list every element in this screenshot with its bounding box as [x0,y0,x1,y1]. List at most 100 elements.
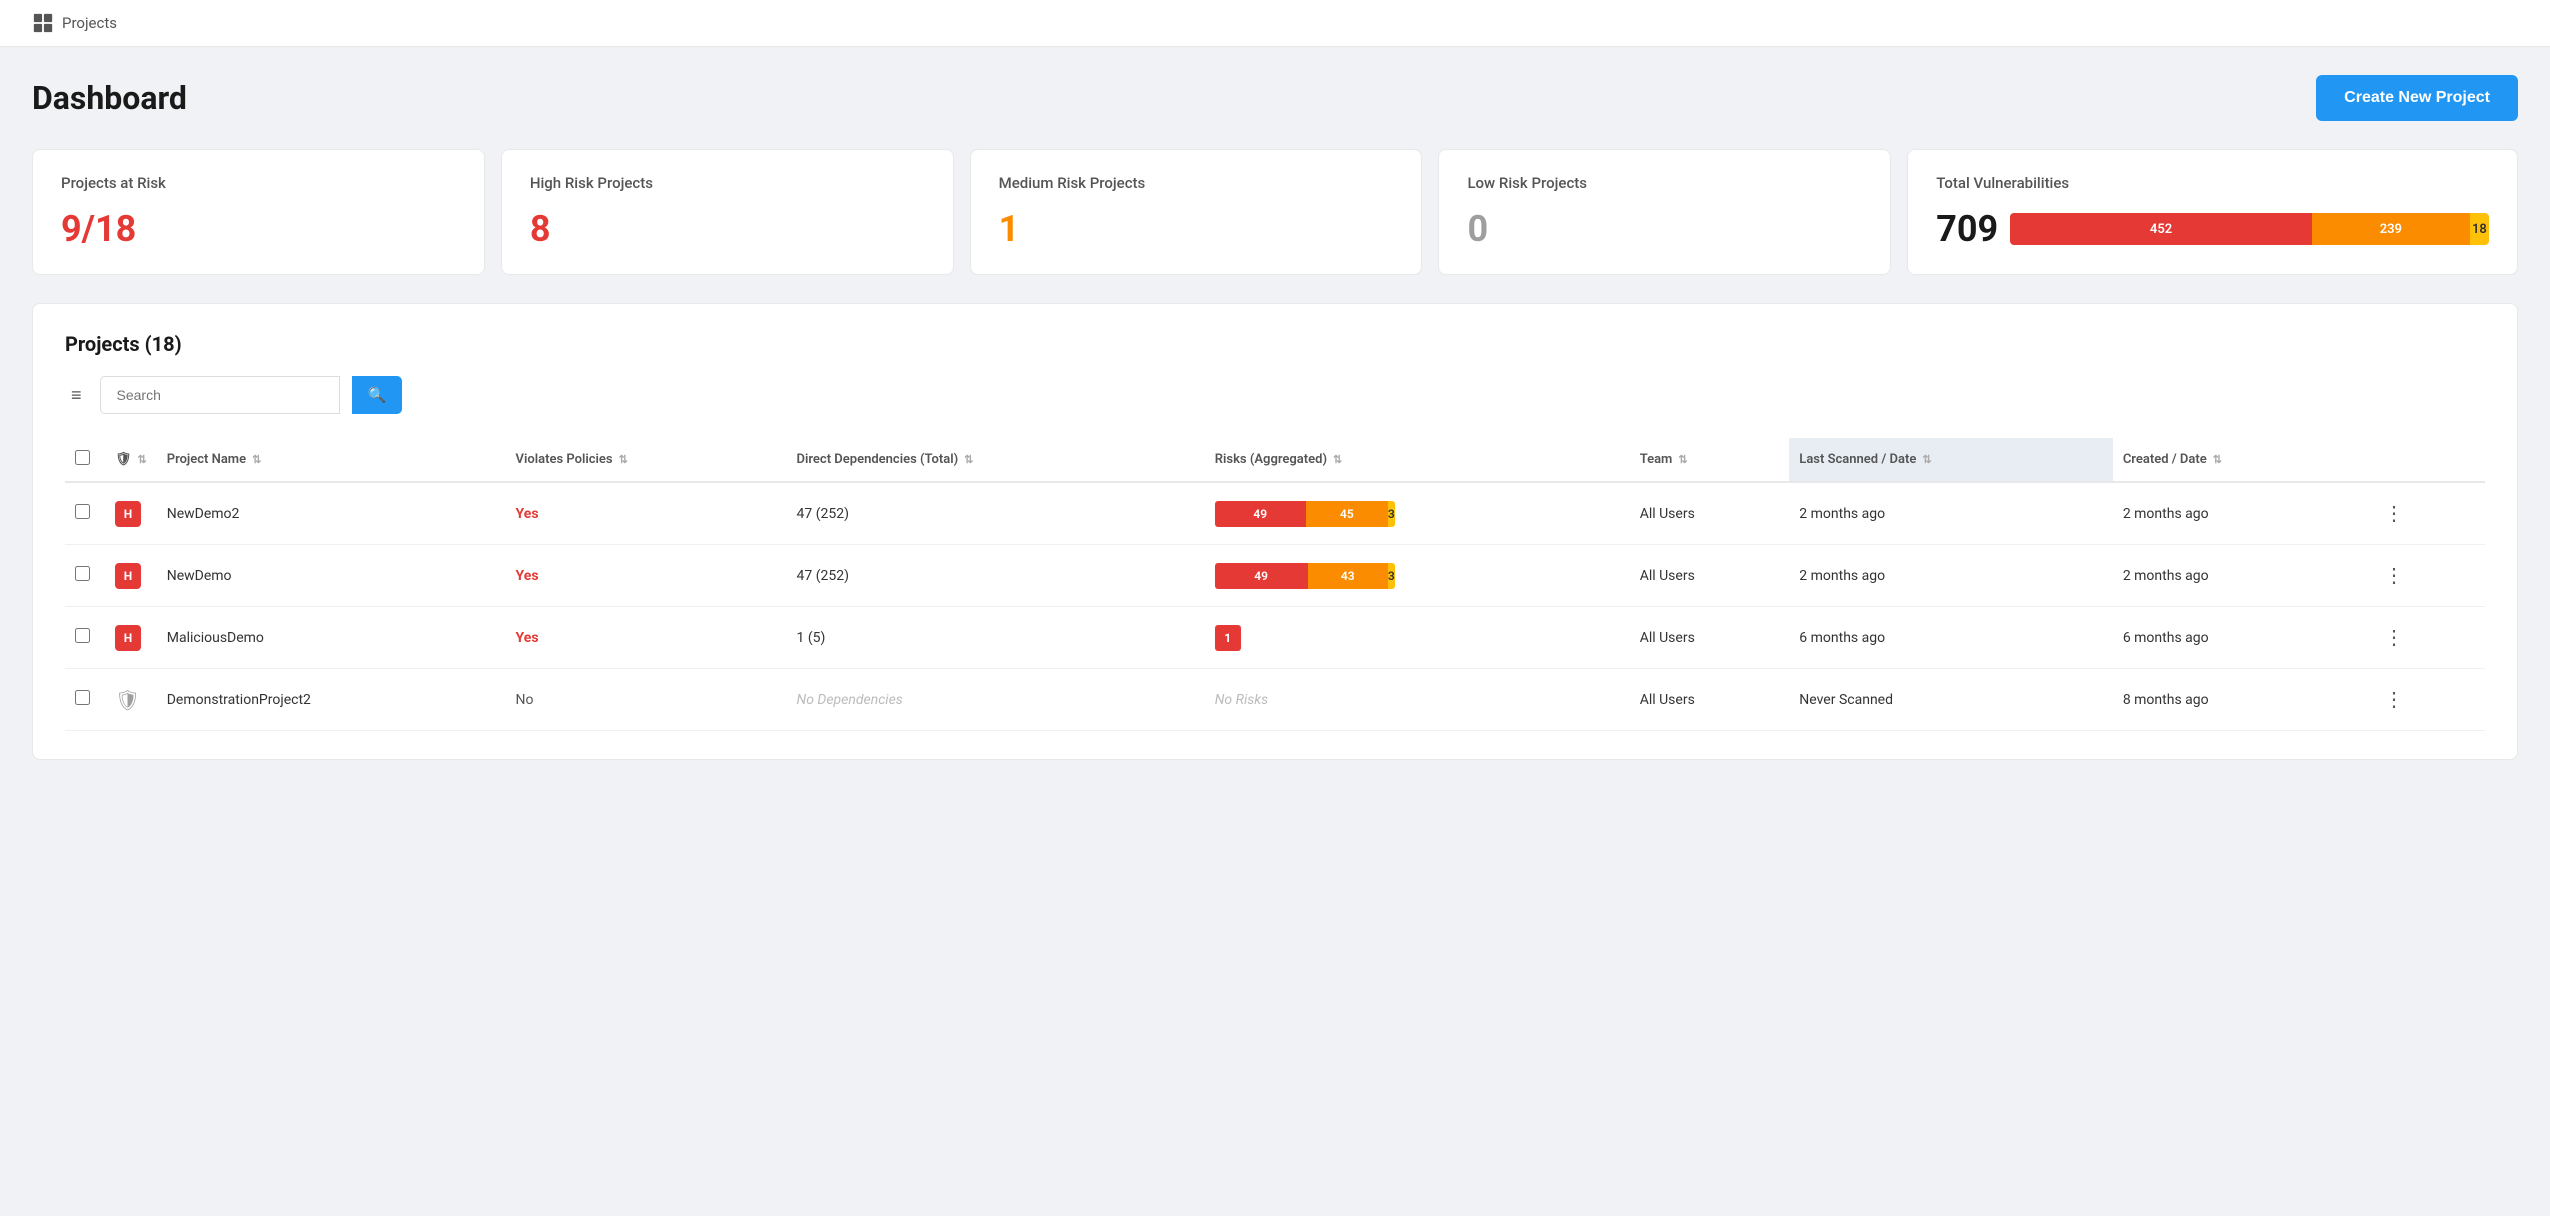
stat-value-at-risk: 9/18 [61,208,456,250]
th-project-name[interactable]: Project Name ⇅ [157,438,506,482]
row-checkbox-1 [65,482,105,545]
row-2-checkbox[interactable] [75,566,90,581]
row-deps-2: 47 (252) [787,545,1205,607]
vuln-seg-red: 452 [2010,213,2312,245]
th-checkbox [65,438,105,482]
search-input[interactable] [100,376,340,414]
select-all-checkbox[interactable] [75,450,90,465]
risk-single-red-3: 1 [1215,625,1241,651]
row-checkbox-3 [65,607,105,669]
top-bar: Projects [0,0,2550,47]
table-row: H NewDemo2 Yes 47 (252) 49 45 3 [65,482,2485,545]
risk-seg-yellow-1: 3 [1388,501,1395,527]
row-name-3[interactable]: MaliciousDemo [157,607,506,669]
risk-seg-red-2: 49 [1215,563,1308,589]
row-created-1: 2 months ago [2113,482,2366,545]
row-more-button-3[interactable]: ⋮ [2376,621,2412,654]
th-risks[interactable]: Risks (Aggregated) ⇅ [1205,438,1630,482]
logo-icon [32,12,54,34]
create-new-project-button[interactable]: Create New Project [2316,75,2518,121]
row-1-checkbox[interactable] [75,504,90,519]
stat-label-high-risk: High Risk Projects [530,174,925,192]
stat-label-vulnerabilities: Total Vulnerabilities [1936,174,2489,192]
th-violates-label: Violates Policies [516,452,613,467]
sort-icon-deps: ⇅ [964,453,973,466]
search-button[interactable]: 🔍 [352,376,403,414]
stat-card-high-risk: High Risk Projects 8 [501,149,954,275]
risk-seg-yellow-2: 3 [1388,563,1395,589]
sort-icon-risks: ⇅ [1333,453,1342,466]
risk-badge-high-1: H [115,501,141,527]
vuln-bar: 452 239 18 [2010,213,2489,245]
no-risks-4: No Risks [1215,692,1268,708]
row-more-button-1[interactable]: ⋮ [2376,497,2412,530]
stat-label-at-risk: Projects at Risk [61,174,456,192]
filter-button[interactable]: ≡ [65,379,88,412]
table-row: H NewDemo Yes 47 (252) 49 43 3 [65,545,2485,607]
risks-bar-2: 49 43 3 [1215,563,1395,589]
row-more-button-2[interactable]: ⋮ [2376,559,2412,592]
stats-row: Projects at Risk 9/18 High Risk Projects… [32,149,2518,275]
violates-yes-2: Yes [516,568,539,584]
main-content: Dashboard Create New Project Projects at… [0,47,2550,788]
row-risks-2: 49 43 3 [1205,545,1630,607]
row-deps-3: 1 (5) [787,607,1205,669]
row-actions-1: ⋮ [2366,482,2485,545]
section-title: Projects (18) [65,332,2485,356]
risks-bar-1: 49 45 3 [1215,501,1395,527]
table-row: H MaliciousDemo Yes 1 (5) 1 All Users 6 … [65,607,2485,669]
violates-no-4: No [516,692,534,708]
th-violates-policies[interactable]: Violates Policies ⇅ [506,438,787,482]
vuln-seg-yellow: 18 [2470,213,2489,245]
shield-header-icon: 🛡 [115,452,132,467]
sort-icon-name: ⇅ [252,453,261,466]
row-checkbox-2 [65,545,105,607]
row-deps-4: No Dependencies [787,669,1205,731]
risk-seg-red-1: 49 [1215,501,1306,527]
stat-value-high-risk: 8 [530,208,925,250]
page-title: Dashboard [32,79,187,117]
row-violates-2: Yes [506,545,787,607]
row-team-4: All Users [1630,669,1790,731]
row-violates-3: Yes [506,607,787,669]
row-actions-2: ⋮ [2366,545,2485,607]
row-team-3: All Users [1630,607,1790,669]
th-last-scanned-label: Last Scanned / Date [1799,452,1916,467]
brand-label: Projects [62,14,117,32]
violates-yes-1: Yes [516,506,539,522]
stat-card-medium-risk: Medium Risk Projects 1 [970,149,1423,275]
sort-icon-risk: ⇅ [138,453,147,466]
row-last-scanned-1: 2 months ago [1789,482,2113,545]
row-last-scanned-3: 6 months ago [1789,607,2113,669]
sort-icon-scanned: ⇅ [1922,453,1931,466]
th-actions [2366,438,2485,482]
shield-outline-icon-4: 🛡 [115,688,140,712]
risk-seg-orange-1: 45 [1306,501,1388,527]
row-risk-icon-2: H [105,545,157,607]
row-risk-icon-1: H [105,482,157,545]
row-name-1[interactable]: NewDemo2 [157,482,506,545]
filter-icon: ≡ [71,385,82,405]
stat-label-low-risk: Low Risk Projects [1467,174,1862,192]
risk-seg-orange-2: 43 [1308,563,1388,589]
row-actions-4: ⋮ [2366,669,2485,731]
vuln-bar-row: 709 452 239 18 [1936,208,2489,250]
row-3-checkbox[interactable] [75,628,90,643]
projects-table-wrap: 🛡 ⇅ Project Name ⇅ Viol [65,438,2485,731]
row-4-checkbox[interactable] [75,690,90,705]
brand-logo: Projects [32,12,117,34]
row-risks-3: 1 [1205,607,1630,669]
th-project-name-label: Project Name [167,452,246,467]
sort-icon-created: ⇅ [2213,453,2222,466]
th-direct-deps[interactable]: Direct Dependencies (Total) ⇅ [787,438,1205,482]
th-team[interactable]: Team ⇅ [1630,438,1790,482]
sort-icon-team: ⇅ [1678,453,1687,466]
th-last-scanned[interactable]: Last Scanned / Date ⇅ [1789,438,2113,482]
row-last-scanned-2: 2 months ago [1789,545,2113,607]
row-team-1: All Users [1630,482,1790,545]
row-name-4[interactable]: DemonstrationProject2 [157,669,506,731]
sort-icon-violates: ⇅ [619,453,628,466]
row-name-2[interactable]: NewDemo [157,545,506,607]
th-created[interactable]: Created / Date ⇅ [2113,438,2366,482]
row-more-button-4[interactable]: ⋮ [2376,683,2412,716]
